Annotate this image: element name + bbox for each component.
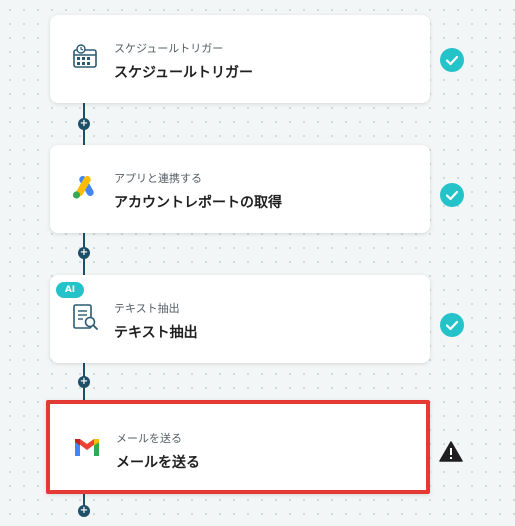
step-card-send-email[interactable]: メールを送る メールを送る: [46, 400, 430, 494]
step-title: テキスト抽出: [114, 325, 198, 341]
step-card-text-extraction[interactable]: テキスト抽出 テキスト抽出: [50, 275, 430, 363]
add-step-button[interactable]: +: [78, 118, 90, 130]
step-card-google-ads[interactable]: アプリと連携する アカウントレポートの取得: [50, 145, 430, 233]
google-ads-icon: [71, 173, 99, 201]
step-label: アプリと連携する: [114, 172, 202, 185]
add-step-button[interactable]: +: [78, 247, 90, 259]
step-title: スケジュールトリガー: [114, 65, 254, 81]
add-step-button[interactable]: +: [78, 505, 90, 517]
check-icon: [440, 48, 464, 72]
step-label: テキスト抽出: [114, 302, 180, 315]
step-label: スケジュールトリガー: [114, 42, 224, 55]
gmail-icon: [73, 433, 101, 461]
ai-badge: AI: [56, 282, 84, 298]
warning-icon: [439, 440, 463, 464]
document-search-icon: [71, 303, 99, 331]
check-icon: [440, 183, 464, 207]
step-card-schedule-trigger[interactable]: スケジュールトリガー スケジュールトリガー: [50, 15, 430, 103]
calendar-clock-icon: [71, 43, 99, 71]
step-label: メールを送る: [116, 432, 182, 445]
step-title: メールを送る: [116, 455, 200, 471]
add-step-button[interactable]: +: [78, 376, 90, 388]
step-title: アカウントレポートの取得: [114, 195, 282, 211]
check-icon: [440, 313, 464, 337]
